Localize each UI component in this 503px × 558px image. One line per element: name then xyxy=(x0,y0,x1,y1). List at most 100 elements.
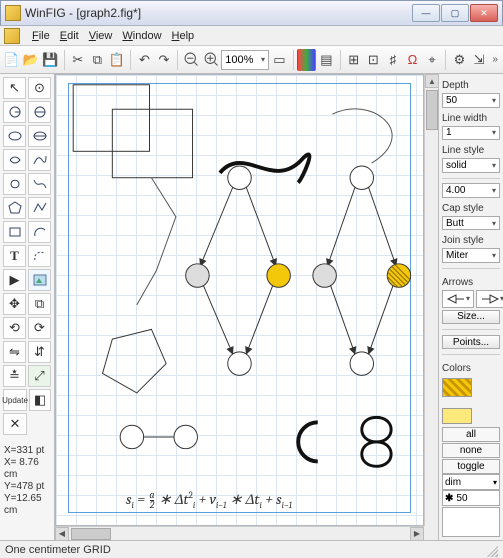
layer-depth-entry[interactable]: ✱50 xyxy=(442,490,500,506)
linewidth-label: Line width xyxy=(442,113,500,124)
coord-readout: X=331 pt X= 8.76 cm Y=478 pt Y=12.65 cm xyxy=(3,443,51,519)
move-tool-icon[interactable]: ✥ xyxy=(3,293,26,315)
linestyle-select[interactable]: solid▾ xyxy=(442,158,500,173)
circle-d-tool-icon[interactable] xyxy=(28,101,51,123)
scroll-thumb-v[interactable] xyxy=(426,90,438,130)
interp-closed-tool-icon[interactable] xyxy=(3,173,26,195)
new-file-icon[interactable]: 📄 xyxy=(2,49,21,71)
zoom-fit-icon[interactable]: ▭ xyxy=(270,49,289,71)
arrow-end-select[interactable]: ▾ xyxy=(476,290,503,308)
menu-file[interactable]: FFileile xyxy=(32,30,50,42)
rotate-tool-icon[interactable]: ⟲ xyxy=(3,317,26,339)
dash-input[interactable]: 4.00▾ xyxy=(442,183,500,198)
menu-edit[interactable]: EditEdit xyxy=(60,30,79,42)
linestyle-label: Line style xyxy=(442,145,500,156)
app-icon xyxy=(5,5,21,21)
delete-tool-icon[interactable]: ✕ xyxy=(3,413,27,435)
ellipse-d-tool-icon[interactable] xyxy=(28,125,51,147)
arcbox-tool-icon[interactable] xyxy=(28,245,51,267)
maximize-button[interactable]: ▢ xyxy=(441,4,469,22)
zoom-out-icon[interactable] xyxy=(182,49,201,71)
mdi-icon[interactable] xyxy=(4,28,20,44)
scroll-corner xyxy=(424,526,438,540)
snap-2-icon[interactable]: ⊡ xyxy=(364,49,383,71)
scroll-thumb-h[interactable] xyxy=(71,528,111,540)
align-tool-icon[interactable]: ≛ xyxy=(3,365,26,387)
pen-swatch-icon[interactable] xyxy=(442,408,472,424)
spline-closed-tool-icon[interactable] xyxy=(3,149,26,171)
color-panel-icon[interactable]: ▮ xyxy=(297,49,316,71)
redo-icon[interactable]: ↷ xyxy=(155,49,174,71)
save-file-icon[interactable]: 💾 xyxy=(41,49,60,71)
window-title: WinFIG - [graph2.fig*] xyxy=(25,6,412,20)
capstyle-select[interactable]: Butt▾ xyxy=(442,216,500,231)
scroll-right-icon[interactable]: ▶ xyxy=(410,527,424,541)
select-tool-icon[interactable]: ↖ xyxy=(3,77,26,99)
toolbar-overflow-icon[interactable]: » xyxy=(489,54,501,65)
layer-list[interactable] xyxy=(442,507,500,537)
coords-icon[interactable]: ⌖ xyxy=(423,49,442,71)
layer-dim-select[interactable]: dim▾ xyxy=(442,474,500,490)
copy-icon[interactable]: ⧉ xyxy=(88,49,107,71)
zoom-in-icon[interactable] xyxy=(202,49,221,71)
arrows-label: Arrows xyxy=(442,277,500,288)
drawing-canvas[interactable]: si = a2 ∗ Δt2i + vi−1 ∗ Δti + si−1 xyxy=(55,74,424,526)
picture-tool-icon[interactable] xyxy=(28,269,51,291)
update-tool-icon[interactable]: Update xyxy=(3,389,27,411)
menu-view[interactable]: ViewView xyxy=(89,30,113,42)
size-button[interactable]: Size... xyxy=(442,310,500,325)
flip-v-tool-icon[interactable]: ⇵ xyxy=(28,341,51,363)
anchor-icon[interactable]: ⇲ xyxy=(470,49,489,71)
joinstyle-select[interactable]: Miter▾ xyxy=(442,248,500,263)
menu-bar: FFileile EditEdit ViewView WindowWindow … xyxy=(0,26,503,46)
horizontal-scrollbar[interactable]: ◀ ▶ xyxy=(55,526,424,540)
title-bar: WinFIG - [graph2.fig*] — ▢ ✕ xyxy=(0,0,503,26)
arc-tool-icon[interactable] xyxy=(28,221,51,243)
status-bar: One centimeter GRID xyxy=(0,540,503,558)
zoom-select[interactable]: 100%▾ xyxy=(221,50,269,70)
layer-all-button[interactable]: all xyxy=(442,427,500,442)
menu-help[interactable]: HelpHelp xyxy=(172,30,195,42)
rotate-cw-tool-icon[interactable]: ⟳ xyxy=(28,317,51,339)
flip-h-tool-icon[interactable]: ⇋ xyxy=(3,341,26,363)
fill-swatch-icon[interactable] xyxy=(442,378,472,397)
paste-icon[interactable]: 📋 xyxy=(108,49,127,71)
scroll-up-icon[interactable]: ▲ xyxy=(425,74,438,88)
text-tool-icon[interactable]: T xyxy=(3,245,26,267)
points-button[interactable]: Points... xyxy=(442,335,500,350)
ellipse-r-tool-icon[interactable] xyxy=(3,125,26,147)
window-resizer-icon[interactable] xyxy=(484,543,498,557)
rect-tool-icon[interactable] xyxy=(3,221,26,243)
open-file-icon[interactable]: 📂 xyxy=(22,49,41,71)
layers-panel-icon[interactable]: ▤ xyxy=(317,49,336,71)
polygon-tool-icon[interactable] xyxy=(3,197,26,219)
figure-contents xyxy=(56,75,423,525)
layer-none-button[interactable]: none xyxy=(442,443,500,458)
arrow-start-select[interactable]: ▾ xyxy=(442,290,474,308)
settings-icon[interactable]: ⚙ xyxy=(450,49,469,71)
circle-r-tool-icon[interactable] xyxy=(3,101,26,123)
interp-open-tool-icon[interactable] xyxy=(28,173,51,195)
copy-tool-icon[interactable]: ⧉ xyxy=(28,293,51,315)
polyline-tool-icon[interactable] xyxy=(28,197,51,219)
spline-open-tool-icon[interactable] xyxy=(28,149,51,171)
library-tool-icon[interactable]: ▶ xyxy=(3,269,26,291)
scroll-left-icon[interactable]: ◀ xyxy=(55,527,69,541)
layer-toggle-button[interactable]: toggle xyxy=(442,459,500,474)
magnet-icon[interactable]: Ω xyxy=(403,49,422,71)
snap-1-icon[interactable]: ⊞ xyxy=(344,49,363,71)
vertical-scrollbar[interactable]: ▲ xyxy=(424,74,438,526)
grid-toggle-icon[interactable]: ♯ xyxy=(384,49,403,71)
cut-icon[interactable]: ✂ xyxy=(69,49,88,71)
minimize-button[interactable]: — xyxy=(412,4,440,22)
scale-tool-icon[interactable]: ⤢ xyxy=(28,365,51,387)
menu-window[interactable]: WindowWindow xyxy=(122,30,161,42)
point-tool-icon[interactable]: ⊙ xyxy=(28,77,51,99)
close-button[interactable]: ✕ xyxy=(470,4,498,22)
tool-palette: ↖ ⊙ T ▶ xyxy=(0,74,55,540)
depth-input[interactable]: 50▾ xyxy=(442,93,500,108)
main-toolbar: 📄 📂 💾 ✂ ⧉ 📋 ↶ ↷ 100%▾ ▭ ▮ ▤ ⊞ ⊡ ♯ Ω ⌖ ⚙ … xyxy=(0,46,503,74)
edit-tool-icon[interactable]: ◧ xyxy=(29,389,51,411)
undo-icon[interactable]: ↶ xyxy=(135,49,154,71)
linewidth-input[interactable]: 1▾ xyxy=(442,126,500,141)
